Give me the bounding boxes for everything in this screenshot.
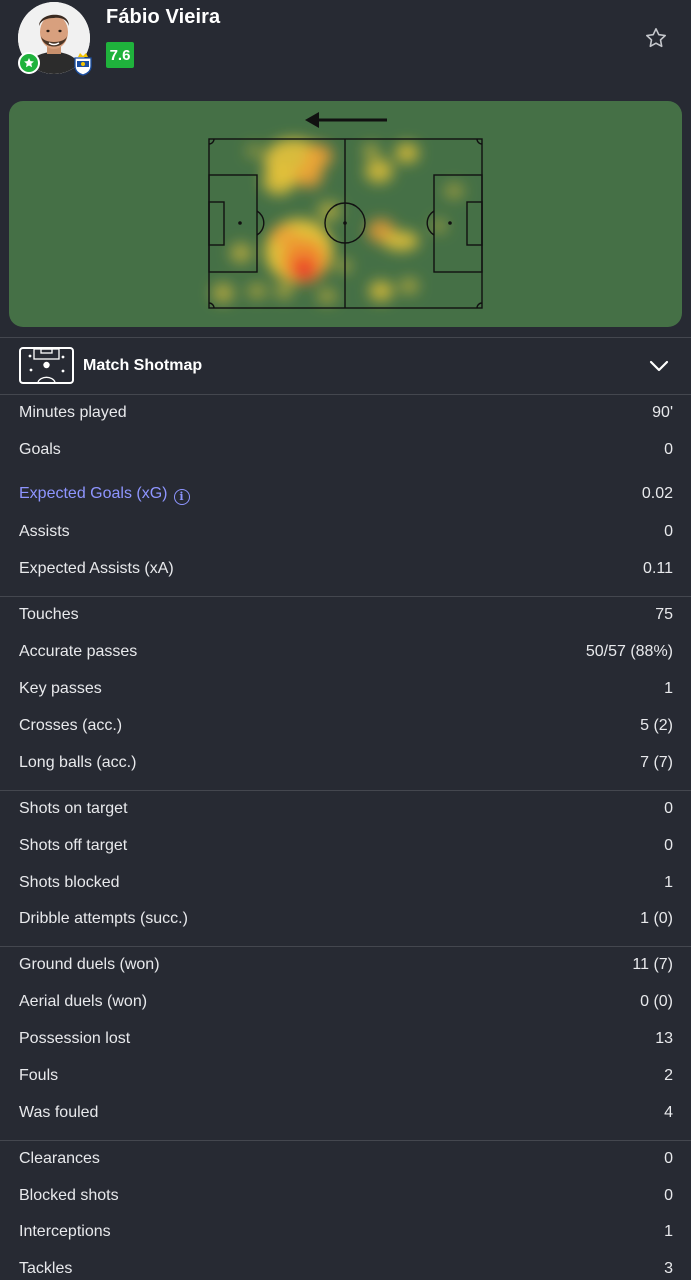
stat-row: Goals 0: [0, 432, 691, 468]
stat-value: 1 (0): [640, 910, 673, 927]
stat-row: Shots on target 0: [0, 791, 691, 827]
favorite-button[interactable]: [640, 24, 672, 52]
stat-value: 0.11: [643, 560, 673, 577]
stat-row: Dribble attempts (succ.) 1 (0): [0, 901, 691, 937]
fc-porto-crest-icon: [72, 52, 94, 76]
stat-label: Crosses (acc.): [19, 717, 123, 734]
penalty-spot-right: [448, 221, 452, 225]
stat-value: 0: [664, 837, 673, 854]
pitch-icon: [19, 347, 74, 384]
stat-label: Ground duels (won): [19, 956, 160, 973]
player-name: Fábio Vieira: [106, 6, 221, 28]
stat-label: Fouls: [19, 1067, 59, 1084]
stat-row: Crosses (acc.) 5 (2): [0, 708, 691, 744]
stat-row: Shots blocked 1: [0, 865, 691, 901]
divider: [0, 790, 691, 791]
stat-value: 0 (0): [640, 993, 673, 1010]
stat-value: 13: [655, 1030, 673, 1047]
heat-blobs: [212, 139, 464, 304]
stat-row: Shots off target 0: [0, 828, 691, 864]
stat-label: Aerial duels (won): [19, 993, 148, 1010]
stat-row: Possession lost 13: [0, 1021, 691, 1057]
stat-row: Aerial duels (won) 0 (0): [0, 984, 691, 1020]
stat-row: Long balls (acc.) 7 (7): [0, 745, 691, 781]
stat-label: Interceptions: [19, 1223, 111, 1240]
stat-value: 0: [664, 441, 673, 458]
stat-value: 75: [655, 606, 673, 623]
stat-value: 4: [664, 1104, 673, 1121]
stat-label: Dribble attempts (succ.): [19, 910, 188, 927]
star-badge-icon: [18, 52, 40, 74]
heatmap-card: [9, 101, 682, 327]
player-avatar-group[interactable]: [18, 2, 94, 76]
arrow-left-icon: [305, 112, 387, 128]
stat-value: 3: [664, 1260, 673, 1277]
stat-row: Fouls 2: [0, 1058, 691, 1094]
stat-row: Accurate passes 50/57 (88%): [0, 634, 691, 670]
stat-row: Touches 75: [0, 597, 691, 633]
stat-value: 1: [664, 680, 673, 697]
info-icon[interactable]: i: [173, 489, 190, 505]
stat-label: Assists: [19, 523, 70, 540]
stat-row: Minutes played 90': [0, 395, 691, 431]
shotmap-label: Match Shotmap: [83, 357, 203, 374]
stat-row: Assists 0: [0, 514, 691, 550]
stat-value: 0: [664, 800, 673, 817]
stat-row: Clearances 0: [0, 1141, 691, 1177]
stat-row: Expected Assists (xA) 0.11: [0, 551, 691, 587]
star-outline-icon: [646, 28, 666, 48]
stat-label: Accurate passes: [19, 643, 138, 660]
stat-value: 90': [652, 404, 673, 421]
stat-value: 11 (7): [632, 956, 673, 973]
stat-label: Blocked shots: [19, 1187, 119, 1204]
chevron-down-icon[interactable]: [648, 358, 670, 374]
stat-label: Shots blocked: [19, 874, 120, 891]
stat-value: 0: [664, 1187, 673, 1204]
stat-row: Was fouled 4: [0, 1095, 691, 1131]
stat-row: Blocked shots 0: [0, 1178, 691, 1214]
shotmap-toggle[interactable]: Match Shotmap: [0, 338, 691, 394]
divider: [0, 596, 691, 597]
stat-label: Minutes played: [19, 404, 127, 421]
stat-label: Touches: [19, 606, 79, 623]
stat-value: 7 (7): [640, 754, 673, 771]
stat-label: Shots off target: [19, 837, 128, 854]
divider: [0, 1140, 691, 1141]
stat-label: Possession lost: [19, 1030, 131, 1047]
stat-value: 0.02: [641, 485, 673, 502]
stat-value: 50/57 (88%): [585, 643, 673, 660]
stat-label[interactable]: Expected Goals (xG) i: [19, 473, 190, 515]
player-rating-badge: 7.6: [106, 42, 134, 68]
stat-value: 1: [664, 1223, 673, 1240]
player-header: Fábio Vieira 7.6: [0, 0, 691, 92]
stat-label: Long balls (acc.): [19, 754, 137, 771]
stat-value: 1: [664, 874, 673, 891]
heatmap: [208, 112, 483, 309]
stat-label: Key passes: [19, 680, 102, 697]
stat-value: 2: [664, 1067, 673, 1084]
stat-value: 5 (2): [640, 717, 673, 734]
stat-row[interactable]: Expected Goals (xG) i 0.02: [0, 473, 691, 515]
stat-row: Tackles 3: [0, 1251, 691, 1280]
stat-value: 0: [664, 1150, 673, 1167]
divider: [0, 946, 691, 947]
stat-row: Key passes 1: [0, 671, 691, 707]
stat-label: Tackles: [19, 1260, 73, 1277]
stat-label: Expected Assists (xA): [19, 560, 174, 577]
stat-label: Clearances: [19, 1150, 100, 1167]
penalty-spot-left: [238, 221, 242, 225]
stat-label: Goals: [19, 441, 61, 458]
stat-label: Shots on target: [19, 800, 128, 817]
stat-label: Was fouled: [19, 1104, 99, 1121]
center-spot: [343, 221, 347, 225]
stat-row: Interceptions 1: [0, 1214, 691, 1250]
stat-value: 0: [664, 523, 673, 540]
stat-row: Ground duels (won) 11 (7): [0, 947, 691, 983]
